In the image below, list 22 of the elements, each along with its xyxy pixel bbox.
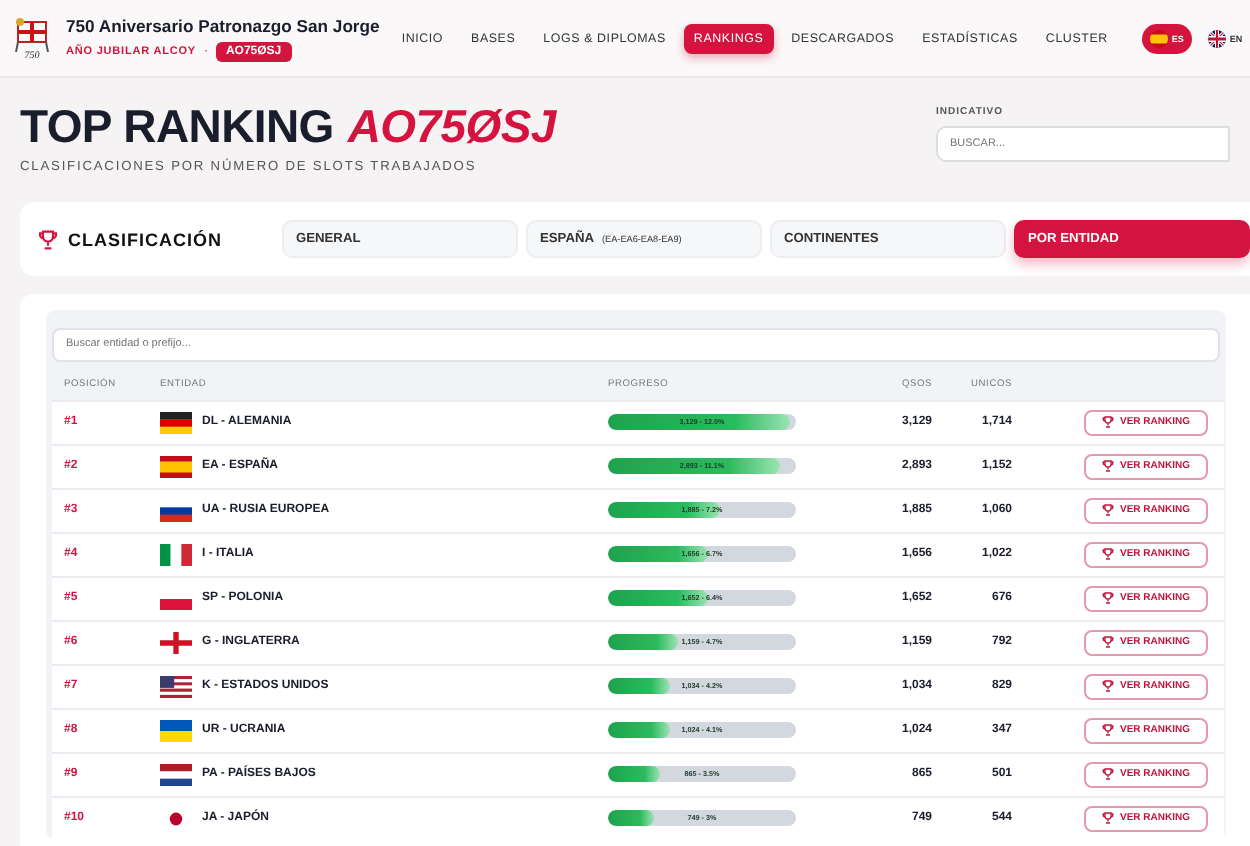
ukraine-flag-icon xyxy=(160,719,192,741)
trophy-icon xyxy=(1101,636,1114,648)
spain-flag-icon xyxy=(1149,29,1168,47)
spain-flag-icon xyxy=(160,455,192,477)
trophy-icon xyxy=(1101,504,1114,516)
trophy-icon xyxy=(1101,768,1114,780)
page-title: TOP RANKING xyxy=(20,100,334,154)
section-title: CLASIFICACIÓN xyxy=(68,229,222,249)
trophy-icon xyxy=(1101,548,1114,560)
germany-flag-icon xyxy=(160,411,192,433)
trophy-icon xyxy=(1101,724,1114,736)
logo-icon xyxy=(12,15,52,51)
uk-flag-icon xyxy=(1207,29,1226,47)
trophy-icon xyxy=(1101,592,1114,604)
england-flag-icon xyxy=(160,631,192,653)
trophy-icon xyxy=(38,229,58,249)
trophy-icon xyxy=(1101,812,1114,824)
trophy-icon xyxy=(1101,416,1114,428)
trophy-icon xyxy=(1101,460,1114,472)
site-title: 750 Aniversario Patronazgo San Jorge xyxy=(66,15,380,35)
trophy-icon xyxy=(1101,680,1114,692)
callsign-title: AO75ØSJ xyxy=(347,100,556,154)
